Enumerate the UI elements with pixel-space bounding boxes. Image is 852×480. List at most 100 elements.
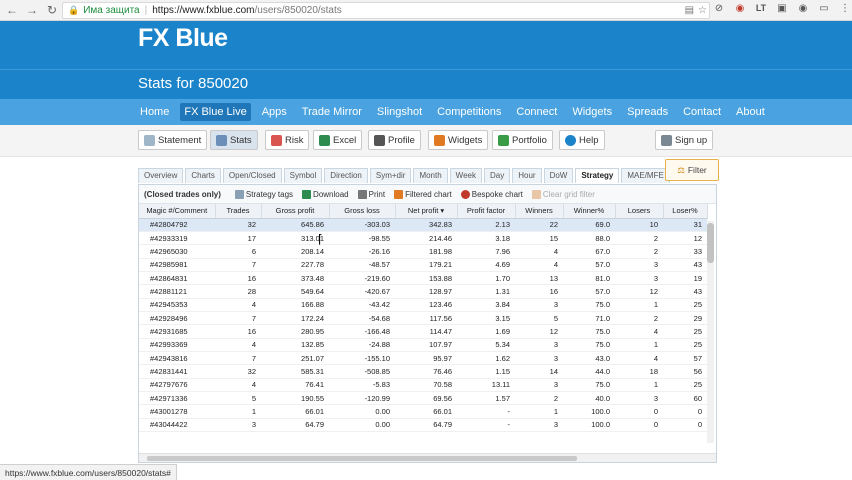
signup-button[interactable]: Sign up	[655, 130, 714, 150]
table-cell: 100.0	[563, 418, 615, 433]
table-row[interactable]: #42931685 16 280.95 -166.48 114.47 1.69 12 75.0…	[139, 324, 707, 339]
col-loser-pct[interactable]: Loser%	[663, 204, 708, 219]
tab-hour[interactable]: Hour	[512, 168, 542, 183]
menu-item-spreads[interactable]: Spreads	[623, 103, 672, 121]
camera-ext-icon[interactable]: ◉	[796, 3, 810, 14]
shield-ext-icon[interactable]: ◉	[733, 3, 747, 14]
menu-item-about[interactable]: About	[732, 103, 769, 121]
menu-item-trade-mirror[interactable]: Trade Mirror	[298, 103, 366, 121]
table-cell: 12	[615, 284, 663, 299]
reload-icon[interactable]: ↻	[44, 2, 60, 18]
table-row[interactable]: #42943816 7 251.07 -155.10 95.97 1.62 3 43.0 4 57	[139, 351, 707, 366]
excel-button[interactable]: Excel	[313, 130, 363, 150]
table-cell: 4	[615, 351, 663, 366]
table-row[interactable]: #42933319 17 313.01 -98.55 214.46 3.18 15 88.0 2…	[139, 231, 707, 246]
menu-item-competitions[interactable]: Competitions	[433, 103, 505, 121]
profile-button[interactable]: Profile	[368, 130, 421, 150]
table-row[interactable]: #42804792 32 645.86 -303.03 342.83 2.13 22 69.0…	[139, 218, 707, 232]
puzzle-ext-icon[interactable]: ▣	[775, 3, 789, 14]
table-row[interactable]: #42971336 5 190.55 -120.99 69.56 1.57 2 40.0 3 60	[139, 391, 707, 406]
scroll-thumb[interactable]	[707, 223, 714, 263]
tab-strategy[interactable]: Strategy	[575, 168, 620, 183]
table-cell: 181.98	[395, 244, 457, 259]
table-cell: 179.21	[395, 258, 457, 272]
table-cell: 0	[663, 418, 707, 433]
forward-arrow-icon[interactable]: →	[24, 2, 40, 18]
tab-dow[interactable]: DoW	[543, 168, 574, 183]
table-row[interactable]: #43001278 1 66.01 0.00 66.01-1 100.0 0 0	[139, 404, 707, 419]
table-row[interactable]: #43044422 3 64.79 0.00 64.79-3 100.0 0 0	[139, 418, 707, 433]
col-trades[interactable]: Trades	[215, 204, 262, 219]
col-magic-comment[interactable]: Magic #/Comment	[139, 204, 216, 219]
lt-ext-icon[interactable]: LT	[754, 3, 768, 14]
print-link[interactable]: Print	[357, 189, 385, 199]
tab-overview[interactable]: Overview	[138, 168, 184, 183]
col-winner-pct[interactable]: Winner%	[563, 204, 616, 219]
table-cell: #42804792	[139, 218, 215, 232]
clear-filter-link[interactable]: Clear grid filter	[531, 189, 595, 199]
table-cell: -	[457, 418, 515, 433]
table-row[interactable]: #42928496 7 172.24 -54.68 117.56 3.15 5 71.0 2 29	[139, 311, 707, 326]
horizontal-scrollbar[interactable]	[139, 453, 716, 462]
tab-mae-mfe[interactable]: MAE/MFE	[621, 168, 670, 183]
col-losers[interactable]: Losers	[615, 204, 664, 219]
strategy-tags-link[interactable]: Strategy tags	[234, 189, 293, 199]
table-row[interactable]: #42831441 32 585.31 -508.85 76.46 1.15 14 44.0 1…	[139, 364, 707, 379]
url-path: /users/850020/stats	[254, 5, 342, 16]
menu-item-fx-blue-live[interactable]: FX Blue Live	[180, 103, 251, 121]
menu-kebab-icon[interactable]: ⋮	[838, 3, 852, 14]
scroll-thumb-horizontal[interactable]	[147, 456, 577, 461]
menu-item-apps[interactable]: Apps	[258, 103, 291, 121]
stats-button[interactable]: Stats	[210, 130, 258, 150]
tab-charts[interactable]: Charts	[185, 168, 221, 183]
block-icon[interactable]: ⊘	[712, 3, 726, 14]
download-link[interactable]: Download	[302, 189, 349, 199]
table-cell: 43.0	[563, 351, 615, 366]
col-profit-factor[interactable]: Profit factor	[457, 204, 516, 219]
col-gross-loss[interactable]: Gross loss	[329, 204, 396, 219]
bookmark-star-icon[interactable]: ☆	[698, 5, 707, 16]
tab-sym-dir[interactable]: Sym+dir	[369, 168, 412, 183]
translate-icon[interactable]: ▤	[685, 5, 694, 16]
vertical-scrollbar[interactable]	[707, 221, 714, 443]
table-row[interactable]: #42993369 4 132.85 -24.88 107.97 5.34 3 75.0 1 25	[139, 338, 707, 352]
table-row[interactable]: #42965030 6 208.14 -26.16 181.98 7.96 4 67.0 2 33	[139, 244, 707, 259]
table-row[interactable]: #42881121 28 549.64 -420.67 128.97 1.31 16 57.0…	[139, 284, 707, 299]
tab-week[interactable]: Week	[449, 168, 482, 183]
risk-button[interactable]: Risk	[265, 130, 310, 150]
screen-ext-icon[interactable]: ▭	[817, 3, 831, 14]
address-bar[interactable]: 🔒 Има защита | https://www.fxblue.com/us…	[62, 2, 710, 19]
table-cell: 69.56	[395, 391, 457, 406]
menu-item-connect[interactable]: Connect	[512, 103, 561, 121]
menu-item-slingshot[interactable]: Slingshot	[373, 103, 426, 121]
tab-symbol[interactable]: Symbol	[283, 168, 323, 183]
tab-direction[interactable]: Direction	[324, 168, 368, 183]
fxblue-logo[interactable]: FX Blue	[138, 24, 228, 53]
table-cell: #42881121	[139, 284, 215, 299]
col-net-profit[interactable]: Net profit ▾	[395, 204, 458, 219]
menu-item-widgets[interactable]: Widgets	[568, 103, 616, 121]
table-cell: 75.0	[563, 298, 615, 312]
help-button[interactable]: Help	[559, 130, 605, 150]
col-winners[interactable]: Winners	[515, 204, 564, 219]
lock-icon: 🔒	[68, 5, 80, 15]
bespoke-chart-link[interactable]: Bespoke chart	[460, 189, 523, 199]
table-cell: 66.01	[261, 404, 329, 419]
widgets-button[interactable]: Widgets	[428, 130, 489, 150]
table-row[interactable]: #42864831 16 373.48 -219.60 153.88 1.70 13 81.0…	[139, 271, 707, 286]
portfolio-button[interactable]: Portfolio	[492, 130, 553, 150]
tab-day[interactable]: Day	[483, 168, 511, 183]
tab-open-closed[interactable]: Open/Closed	[222, 168, 282, 183]
menu-item-contact[interactable]: Contact	[679, 103, 725, 121]
filtered-chart-link[interactable]: Filtered chart	[394, 189, 452, 199]
col-gross-profit[interactable]: Gross profit	[261, 204, 330, 219]
table-row[interactable]: #42985981 7 227.78 -48.57 179.21 4.69 4 57.0 3 43	[139, 258, 707, 272]
tab-month[interactable]: Month	[413, 168, 448, 183]
table-row[interactable]: #42945353 4 166.88 -43.42 123.46 3.84 3 75.0 1 25	[139, 298, 707, 312]
table-cell: 7	[215, 351, 261, 366]
statement-button[interactable]: Statement	[138, 130, 208, 150]
filter-button[interactable]: ⚖ Filter	[665, 159, 719, 181]
table-row[interactable]: #42797676 4 76.41 -5.83 70.58 13.11 3 75.0 1 25	[139, 378, 707, 392]
menu-item-home[interactable]: Home	[136, 103, 173, 121]
back-arrow-icon[interactable]: ←	[4, 2, 20, 18]
